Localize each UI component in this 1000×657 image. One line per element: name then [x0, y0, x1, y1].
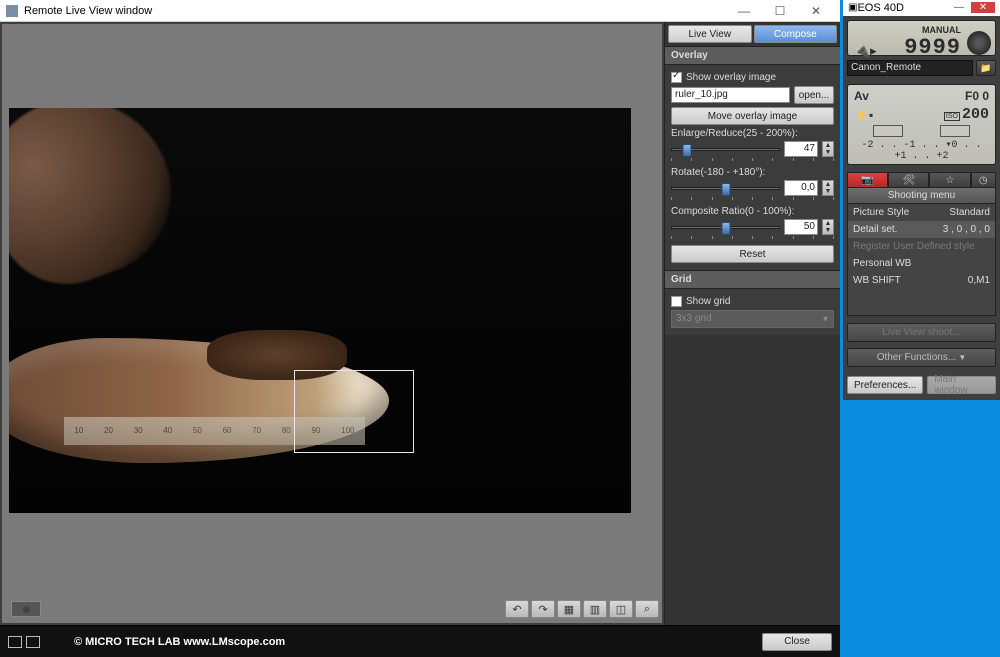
app-icon: [6, 5, 18, 17]
record-indicator[interactable]: [11, 601, 41, 617]
shots-remaining: 9999: [904, 35, 961, 60]
show-grid-checkbox[interactable]: [671, 296, 682, 307]
show-grid-label: Show grid: [686, 296, 730, 307]
eos-tab-star[interactable]: ☆: [929, 172, 970, 188]
eos-remote-window: ▣ EOS 40D — ✕ 🔌▸ MANUAL 9999 Canon_Remot…: [843, 0, 1000, 400]
eos-settings-lcd[interactable]: Av F0 0 ⚡▪ ISO200 -2 . . -1 . . ▾0 . . +1 …: [847, 84, 996, 165]
eos-tab-camera[interactable]: 📷: [847, 172, 888, 188]
shooting-menu: Picture StyleStandard Detail set.3 , 0 ,…: [847, 204, 996, 316]
overlay-toggle-button[interactable]: ◫: [609, 600, 633, 618]
rotate-slider[interactable]: [671, 187, 780, 190]
eos-title: EOS 40D: [857, 2, 947, 14]
mode-label: MANUAL: [922, 25, 961, 35]
lv-side-panel: Live View Compose Overlay Show overlay i…: [664, 22, 840, 625]
close-button[interactable]: Close: [762, 633, 832, 651]
ratio-value[interactable]: 50: [784, 219, 818, 235]
eos-titlebar: ▣ EOS 40D — ✕: [843, 0, 1000, 16]
desktop-background: [843, 400, 1000, 657]
enlarge-spinner[interactable]: ▲▼: [822, 141, 834, 157]
menu-detail-set[interactable]: Detail set.3 , 0 , 0 , 0: [848, 221, 995, 238]
overlay-panel-header: Overlay: [665, 46, 840, 65]
enlarge-label: Enlarge/Reduce(25 - 200%):: [671, 128, 834, 139]
main-window-button[interactable]: Main window: [927, 376, 996, 394]
rotate-value[interactable]: 0,0: [784, 180, 818, 196]
main-dial[interactable]: [967, 31, 991, 55]
show-overlay-label: Show overlay image: [686, 72, 776, 83]
power-icon: 🔌▸: [854, 43, 877, 59]
menu-wb-shift[interactable]: WB SHIFT0,M1: [848, 272, 995, 289]
footer-icon-2[interactable]: [26, 636, 40, 648]
ratio-label: Composite Ratio(0 - 100%):: [671, 206, 834, 217]
eos-minimize[interactable]: —: [947, 2, 971, 13]
ratio-spinner[interactable]: ▲▼: [822, 219, 834, 235]
lv-footer: © MICRO TECH LAB www.LMscope.com Close: [0, 625, 840, 657]
rotate-label: Rotate(-180 - +180°):: [671, 167, 834, 178]
move-overlay-button[interactable]: Move overlay image: [671, 107, 834, 125]
close-window-button[interactable]: ✕: [798, 2, 834, 20]
eos-close[interactable]: ✕: [971, 2, 995, 13]
grid-type-select: 3x3 grid: [671, 310, 834, 328]
rotate-ccw-button[interactable]: ↶: [505, 600, 529, 618]
footer-icon-1[interactable]: [8, 636, 22, 648]
shooting-menu-header: Shooting menu: [847, 188, 996, 204]
iso-value: 200: [962, 106, 989, 123]
quality-large-icon[interactable]: [873, 125, 903, 137]
eos-tab-tools[interactable]: 🛠: [888, 172, 929, 188]
overlay-open-button[interactable]: open...: [794, 86, 834, 104]
overlay-file-field[interactable]: ruler_10.jpg: [671, 87, 790, 103]
av-label: Av: [854, 89, 869, 103]
lv-titlebar: Remote Live View window — ☐ ✕: [0, 0, 840, 22]
enlarge-value[interactable]: 47: [784, 141, 818, 157]
remote-name-field[interactable]: Canon_Remote: [847, 60, 973, 76]
menu-register-style: Register User Defined style: [848, 238, 995, 255]
quality-pc-icon[interactable]: [940, 125, 970, 137]
live-view-shoot-button[interactable]: Live View shoot...: [847, 323, 996, 342]
rotate-cw-button[interactable]: ↷: [531, 600, 555, 618]
lv-title: Remote Live View window: [24, 5, 726, 17]
aperture-value: F0 0: [965, 89, 989, 103]
ratio-slider[interactable]: [671, 226, 780, 229]
menu-picture-style[interactable]: Picture StyleStandard: [848, 204, 995, 221]
enlarge-slider[interactable]: [671, 148, 780, 151]
rotate-spinner[interactable]: ▲▼: [822, 180, 834, 196]
exposure-scale[interactable]: -2 . . -1 . . ▾0 . . +1 . . +2: [854, 139, 989, 162]
remote-live-view-window: Remote Live View window — ☐ ✕ 1020304050…: [0, 0, 840, 657]
copyright-text: © MICRO TECH LAB www.LMscope.com: [74, 636, 285, 648]
live-image: 102030405060708090100: [9, 108, 631, 513]
iso-badge: ISO: [944, 112, 960, 121]
show-overlay-checkbox[interactable]: [671, 72, 682, 83]
reset-button[interactable]: Reset: [671, 245, 834, 263]
preferences-button[interactable]: Preferences...: [847, 376, 923, 394]
focus-frame[interactable]: [294, 370, 414, 453]
af-grid-button[interactable]: ▦: [557, 600, 581, 618]
live-view-viewport[interactable]: 102030405060708090100 ↶ ↷ ▦ ▥ ◫ ⌕: [2, 24, 662, 623]
viewport-toolbar: ↶ ↷ ▦ ▥ ◫ ⌕: [9, 598, 659, 620]
folder-button[interactable]: 📁: [976, 60, 996, 76]
menu-personal-wb[interactable]: Personal WB: [848, 255, 995, 272]
minimize-button[interactable]: —: [726, 2, 762, 20]
tab-live-view[interactable]: Live View: [668, 25, 752, 43]
flash-icon: ⚡▪: [854, 108, 873, 122]
eos-app-icon: ▣: [848, 2, 857, 13]
maximize-button[interactable]: ☐: [762, 2, 798, 20]
other-functions-button[interactable]: Other Functions...: [847, 348, 996, 367]
grid-panel-header: Grid: [665, 270, 840, 289]
histogram-button[interactable]: ▥: [583, 600, 607, 618]
zoom-button[interactable]: ⌕: [635, 600, 659, 618]
eos-top-lcd: 🔌▸ MANUAL 9999: [847, 20, 996, 56]
tab-compose[interactable]: Compose: [754, 25, 838, 43]
eos-tab-timer[interactable]: ◷: [971, 172, 997, 188]
